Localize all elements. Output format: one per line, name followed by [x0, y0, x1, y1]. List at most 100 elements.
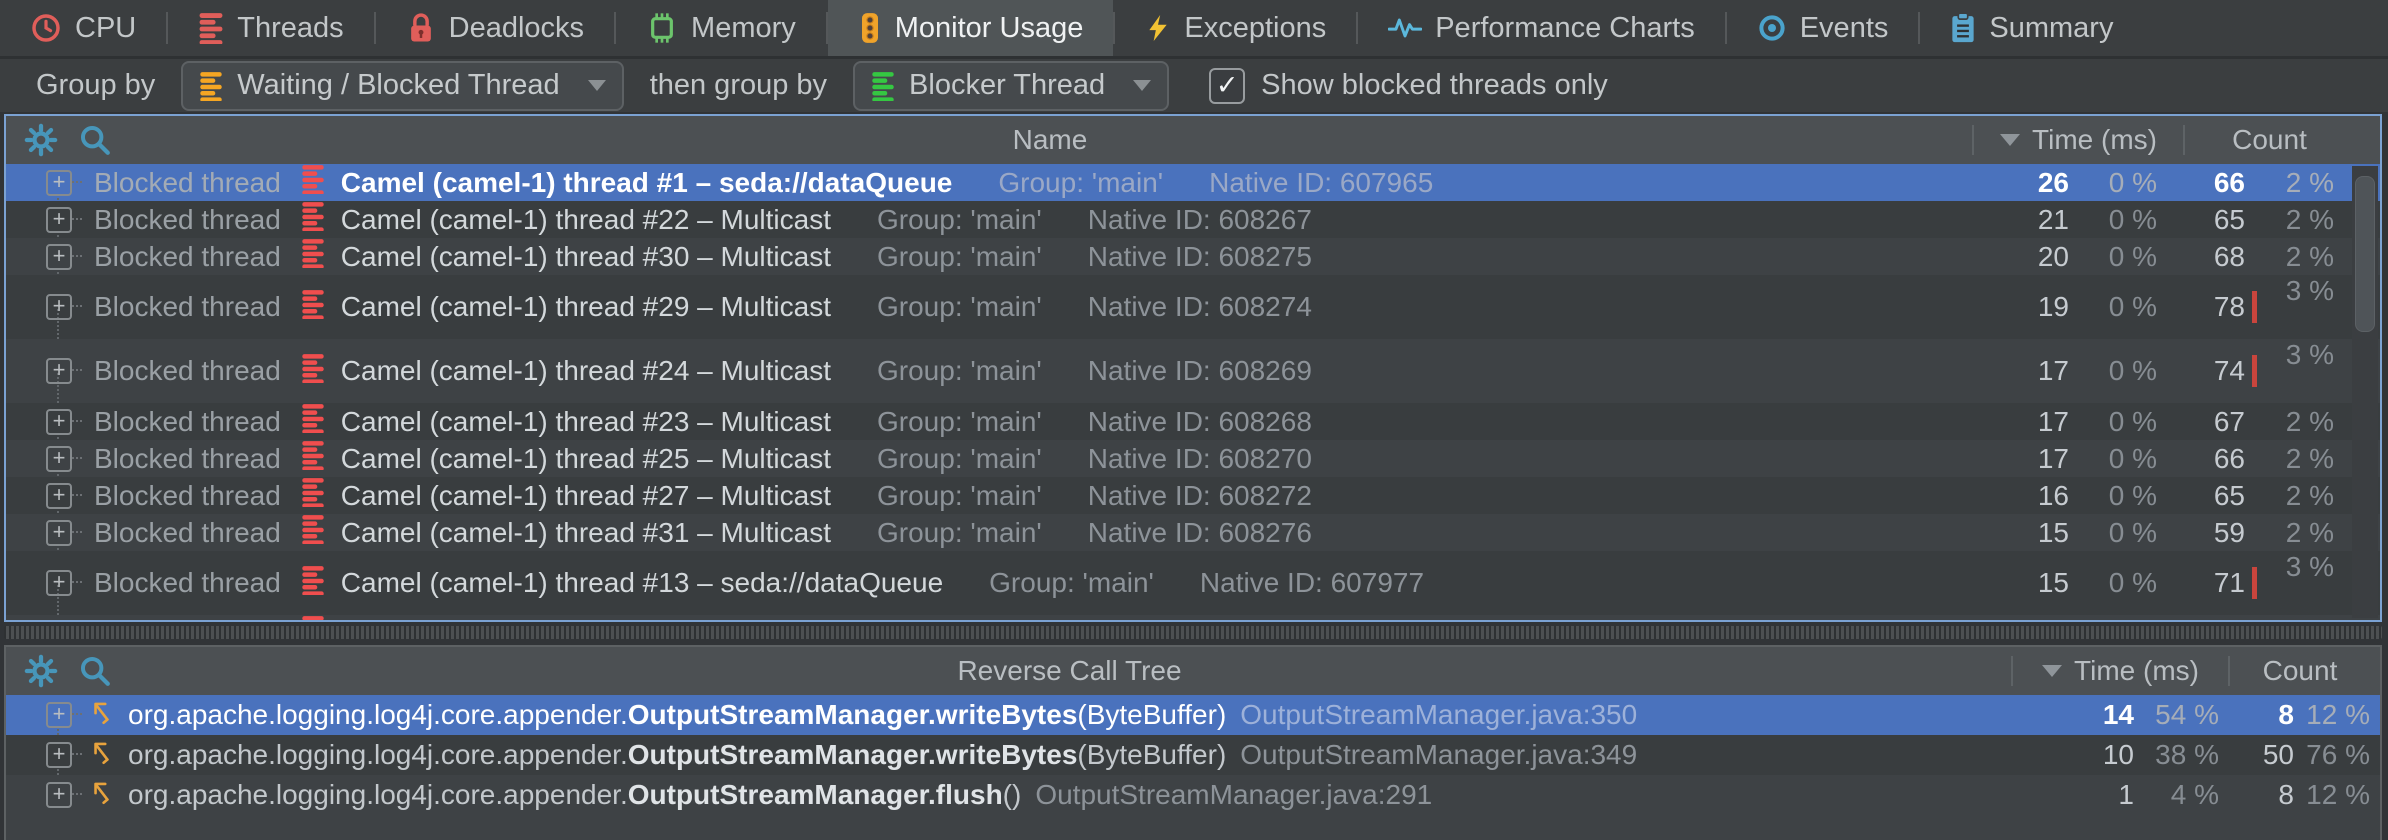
- thread-icon: [301, 514, 325, 551]
- blocked-thread-row[interactable]: Blocked thread Camel (camel-1) thread #2…: [6, 339, 2380, 403]
- blocked-thread-row[interactable]: Blocked thread Camel (camel-1) thread #2…: [6, 201, 2380, 238]
- expand-icon[interactable]: [46, 621, 72, 623]
- count-value: 74: [2185, 355, 2245, 387]
- call-tree-row[interactable]: org.apache.logging.log4j.core.appender.O…: [6, 735, 2380, 775]
- time-percent: 0 %: [2069, 291, 2157, 323]
- tab-summary[interactable]: Summary: [1920, 0, 2143, 56]
- reverse-call-icon: [90, 738, 114, 773]
- group-by-dropdown[interactable]: Waiting / Blocked Thread: [181, 61, 623, 111]
- memory-chip-icon: [646, 12, 678, 44]
- method-name: OutputStreamManager.writeBytes: [628, 739, 1078, 771]
- blocked-thread-row[interactable]: Blocked thread Camel (camel-1) thread #2…: [6, 275, 2380, 339]
- reverse-call-tree-title[interactable]: Reverse Call Tree: [128, 655, 2011, 687]
- tab-cpu[interactable]: CPU: [0, 0, 166, 56]
- thread-native-id: Native ID: 608275: [1088, 241, 1312, 273]
- count-column-header[interactable]: Count: [2185, 124, 2354, 156]
- time-percent: 0 %: [2069, 480, 2157, 512]
- thread-native-id: Native ID: 608270: [1088, 443, 1312, 475]
- scrollbar-thumb[interactable]: [2355, 176, 2375, 332]
- thread-native-id: Native ID: 607965: [1209, 167, 1433, 199]
- thread-group: Group: 'main': [877, 355, 1042, 387]
- tab-threads[interactable]: Threads: [168, 0, 373, 56]
- cpu-clock-icon: [30, 12, 62, 44]
- count-percent: 12 %: [2294, 699, 2370, 731]
- time-percent: 0 %: [2069, 618, 2157, 623]
- expand-icon[interactable]: [46, 446, 72, 472]
- tab-label: Performance Charts: [1435, 12, 1695, 45]
- expand-icon[interactable]: [46, 702, 72, 728]
- time-value: 17: [1974, 406, 2069, 438]
- blocker-thread-icon: [871, 71, 895, 101]
- expand-icon[interactable]: [46, 170, 72, 196]
- expand-icon[interactable]: [46, 483, 72, 509]
- count-percent: 76 %: [2294, 739, 2370, 771]
- thread-name-cell: Blocked thread Camel (camel-1) thread #2…: [6, 615, 1974, 622]
- time-value: 15: [1974, 567, 2069, 599]
- expand-icon[interactable]: [46, 570, 72, 596]
- count-value: 67: [2185, 406, 2245, 438]
- count-value: 8: [2240, 779, 2294, 811]
- tab-exceptions[interactable]: Exceptions: [1115, 0, 1356, 56]
- settings-gear-icon[interactable]: [24, 654, 58, 688]
- time-value: 16: [1974, 480, 2069, 512]
- panel-splitter-handle[interactable]: [4, 626, 2382, 639]
- count-column-header[interactable]: Count: [2230, 655, 2370, 687]
- threads-icon: [198, 12, 224, 44]
- show-blocked-threads-toggle[interactable]: ✓ Show blocked threads only: [1209, 68, 1608, 104]
- tab-monitor-usage[interactable]: Monitor Usage: [828, 0, 1114, 56]
- time-percent: 0 %: [2069, 204, 2157, 236]
- source-location: OutputStreamManager.java:349: [1240, 739, 1637, 771]
- time-value: 1: [2023, 779, 2134, 811]
- thread-name-cell: Blocked thread Camel (camel-1) thread #2…: [6, 440, 1974, 477]
- tab-deadlocks[interactable]: Deadlocks: [376, 0, 614, 56]
- time-column-header[interactable]: Time (ms): [2013, 655, 2228, 687]
- blocked-thread-row[interactable]: Blocked thread Camel (camel-1) thread #2…: [6, 440, 2380, 477]
- count-percent: 12 %: [2294, 779, 2370, 811]
- thread-native-id: Native ID: 608272: [1088, 480, 1312, 512]
- expand-icon[interactable]: [46, 294, 72, 320]
- waveform-icon: [1388, 13, 1422, 43]
- call-tree-row[interactable]: org.apache.logging.log4j.core.appender.O…: [6, 695, 2380, 735]
- blocked-thread-row[interactable]: Blocked thread Camel (camel-1) thread #2…: [6, 477, 2380, 514]
- tab-memory[interactable]: Memory: [616, 0, 826, 56]
- method-name: OutputStreamManager.flush: [628, 779, 1003, 811]
- blocked-thread-row[interactable]: Blocked thread Camel (camel-1) thread #1…: [6, 164, 2380, 201]
- thread-name-cell: Blocked thread Camel (camel-1) thread #1…: [6, 164, 1974, 201]
- blocked-threads-header: Name Time (ms) Count: [6, 116, 2380, 164]
- blocked-thread-row[interactable]: Blocked thread Camel (camel-1) thread #3…: [6, 238, 2380, 275]
- expand-icon[interactable]: [46, 207, 72, 233]
- vertical-scrollbar[interactable]: [2352, 166, 2378, 618]
- expand-icon[interactable]: [46, 358, 72, 384]
- expand-icon[interactable]: [46, 409, 72, 435]
- blocked-thread-row[interactable]: Blocked thread Camel (camel-1) thread #3…: [6, 514, 2380, 551]
- search-icon[interactable]: [78, 654, 112, 688]
- settings-gear-icon[interactable]: [24, 123, 58, 157]
- clipboard-icon: [1950, 12, 1976, 44]
- expand-icon[interactable]: [46, 244, 72, 270]
- expand-icon[interactable]: [46, 742, 72, 768]
- count-percent: 2 %: [2245, 406, 2334, 438]
- name-column-header[interactable]: Name: [128, 124, 1972, 156]
- time-percent: 4 %: [2134, 779, 2219, 811]
- thread-native-id: Native ID: 607977: [1200, 567, 1424, 599]
- expand-icon[interactable]: [46, 520, 72, 546]
- expand-icon[interactable]: [46, 782, 72, 808]
- thread-icon: [301, 353, 325, 390]
- blocked-thread-row[interactable]: Blocked thread Camel (camel-1) thread #2…: [6, 615, 2380, 622]
- blocked-thread-row[interactable]: Blocked thread Camel (camel-1) thread #1…: [6, 551, 2380, 615]
- then-group-by-dropdown[interactable]: Blocker Thread: [853, 61, 1169, 111]
- time-value: 17: [1974, 443, 2069, 475]
- thread-name: Camel (camel-1) thread #29 – Multicast: [341, 291, 831, 323]
- blocked-thread-label: Blocked thread: [94, 167, 281, 199]
- blocked-thread-row[interactable]: Blocked thread Camel (camel-1) thread #2…: [6, 403, 2380, 440]
- tab-label: CPU: [75, 12, 136, 45]
- thread-icon: [301, 615, 325, 622]
- time-percent: 0 %: [2069, 517, 2157, 549]
- checkbox-checked-icon[interactable]: ✓: [1209, 68, 1245, 104]
- tab-events[interactable]: Events: [1727, 0, 1919, 56]
- call-tree-row[interactable]: org.apache.logging.log4j.core.appender.O…: [6, 775, 2380, 815]
- count-value: 66: [2185, 167, 2245, 199]
- time-column-header[interactable]: Time (ms): [1974, 124, 2183, 156]
- tab-performance-charts[interactable]: Performance Charts: [1358, 0, 1725, 56]
- search-icon[interactable]: [78, 123, 112, 157]
